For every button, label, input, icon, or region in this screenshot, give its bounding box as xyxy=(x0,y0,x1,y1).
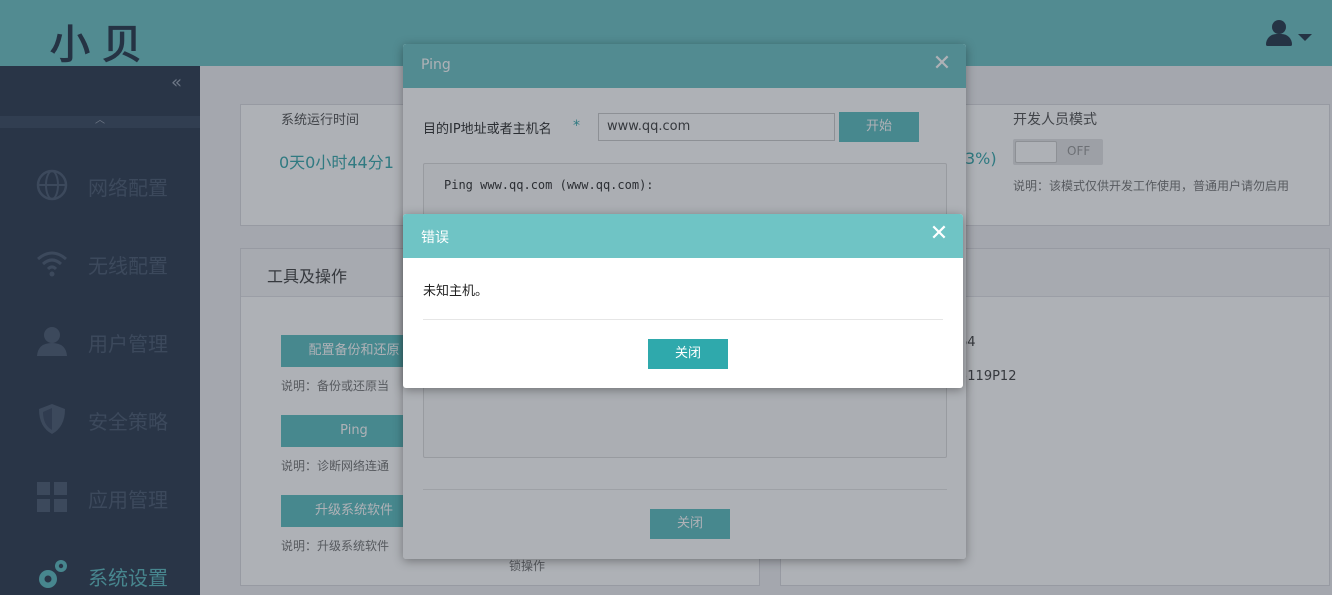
divider xyxy=(423,319,943,320)
error-dialog: 错误 ✕ 未知主机。 关闭 xyxy=(403,214,963,388)
error-dialog-header: 错误 ✕ xyxy=(403,214,963,258)
error-close-button[interactable]: 关闭 xyxy=(648,339,728,369)
error-dialog-title: 错误 xyxy=(421,230,449,246)
close-icon[interactable]: ✕ xyxy=(927,222,951,246)
error-message: 未知主机。 xyxy=(423,284,489,299)
